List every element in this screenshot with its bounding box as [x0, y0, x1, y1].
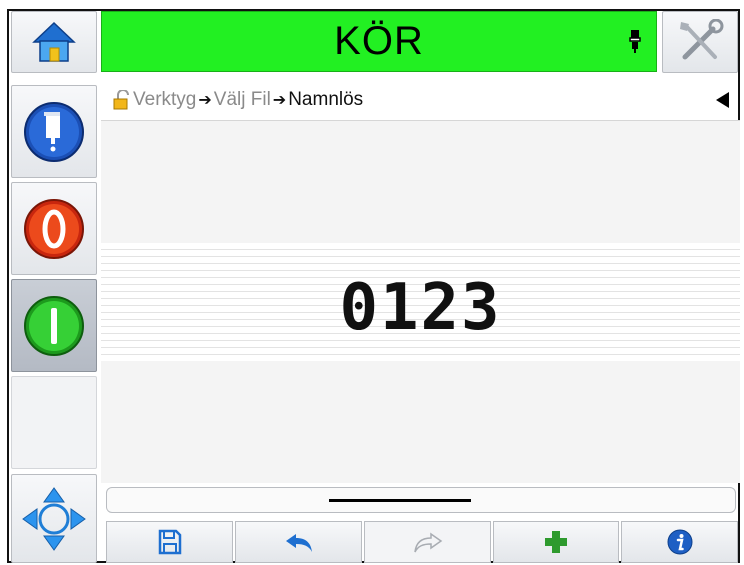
home-icon — [32, 21, 76, 62]
undo-button[interactable] — [235, 521, 362, 563]
horizontal-scrollbar[interactable] — [106, 487, 736, 513]
back-arrow-icon[interactable] — [716, 92, 729, 108]
breadcrumb-item-tools[interactable]: Verktyg — [133, 89, 196, 111]
ink-system-button[interactable] — [11, 85, 97, 178]
start-button[interactable] — [11, 279, 97, 372]
breadcrumb: Verktyg ➔ Välj Fil ➔ Namnlös — [113, 88, 363, 112]
add-button[interactable] — [493, 521, 619, 563]
info-icon — [667, 529, 692, 555]
tools-button[interactable] — [662, 11, 738, 73]
redo-button[interactable] — [364, 521, 491, 563]
start-circle-icon — [24, 295, 84, 356]
undo-arrow-icon — [285, 534, 312, 552]
four-arrows-icon — [22, 486, 86, 551]
ink-bottle-icon — [629, 30, 641, 53]
floppy-disk-icon — [158, 529, 181, 555]
redo-arrow-icon — [413, 532, 442, 553]
message-editor-canvas[interactable]: 0123 — [101, 121, 740, 483]
status-bar[interactable]: KÖR — [101, 11, 657, 72]
stop-button[interactable] — [11, 182, 97, 275]
ink-drop-icon — [24, 101, 84, 162]
message-text-field[interactable]: 0123 — [101, 271, 740, 345]
info-button[interactable] — [621, 521, 738, 563]
breadcrumb-separator: ➔ — [198, 92, 212, 109]
breadcrumb-separator: ➔ — [272, 92, 287, 109]
status-text: KÖR — [334, 19, 424, 63]
home-button[interactable] — [11, 11, 97, 73]
breadcrumb-item-current: Namnlös — [288, 89, 364, 110]
lock-icon — [113, 90, 129, 110]
blank-button — [11, 376, 97, 469]
plus-icon — [545, 531, 567, 553]
stop-circle-icon — [24, 198, 84, 259]
save-button[interactable] — [106, 521, 233, 563]
breadcrumb-item-select-file[interactable]: Välj Fil — [214, 89, 271, 111]
tools-icon — [680, 19, 724, 60]
scrollbar-thumb[interactable] — [329, 499, 471, 502]
navigate-button[interactable] — [11, 474, 97, 563]
